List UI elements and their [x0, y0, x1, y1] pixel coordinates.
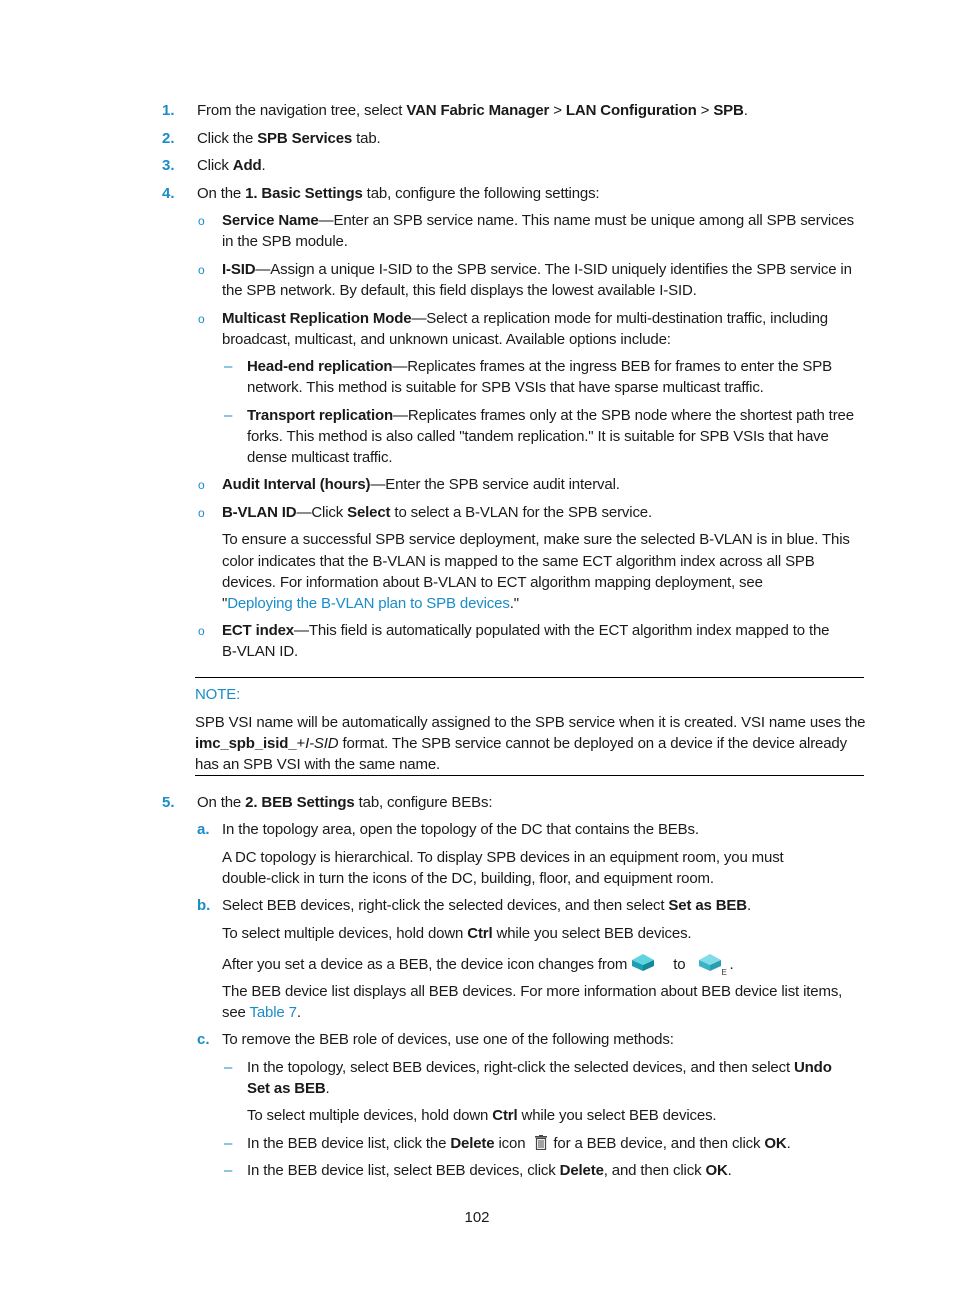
step-3-text: Click Add. [197, 157, 266, 174]
dash-bullet: – [224, 1059, 233, 1076]
setting-text: broadcast, multicast, and unknown unicas… [222, 331, 671, 348]
step-1-text: From the navigation tree, select VAN Fab… [197, 102, 748, 119]
dash-bullet: – [224, 1162, 233, 1179]
step-number: 2. [162, 130, 175, 147]
paragraph-text: color indicates that the B-VLAN is mappe… [222, 553, 815, 570]
step-5-text: On the 2. BEB Settings tab, configure BE… [197, 794, 493, 811]
substep-letter: b. [197, 897, 211, 914]
option-text: forks. This method is also called "tande… [247, 428, 829, 445]
method-topology-cont: Set as BEB. [247, 1080, 330, 1097]
option-text: network. This method is suitable for SPB… [247, 379, 764, 396]
bullet-icon: o [198, 478, 205, 492]
bullet-icon: o [198, 506, 205, 520]
step-number: 1. [162, 102, 175, 119]
paragraph-text: To ensure a successful SPB service deplo… [222, 531, 850, 548]
note-text: imc_spb_isid_+I-SID format. The SPB serv… [195, 735, 847, 752]
bullet-icon: o [198, 214, 205, 228]
paragraph-text: devices. For information about B-VLAN to… [222, 574, 763, 591]
bullet-icon: o [198, 312, 205, 326]
note-top-rule [195, 677, 864, 678]
step-4-text: On the 1. Basic Settings tab, configure … [197, 185, 600, 202]
paragraph-text: A DC topology is hierarchical. To displa… [222, 849, 784, 866]
paragraph-text: To select multiple devices, hold down Ct… [222, 925, 692, 942]
setting-text: in the SPB module. [222, 233, 348, 250]
paragraph-text: see Table 7. [222, 1004, 301, 1021]
method-delete-button: In the BEB device list, select BEB devic… [247, 1162, 732, 1179]
substep-b-text: Select BEB devices, right-click the sele… [222, 897, 751, 914]
paragraph-text: double-click in turn the icons of the DC… [222, 870, 714, 887]
paragraph-text: The BEB device list displays all BEB dev… [222, 983, 843, 1000]
note-bottom-rule [195, 775, 864, 776]
substep-a-text: In the topology area, open the topology … [222, 821, 699, 838]
setting-service-name: Service Name—Enter an SPB service name. … [222, 212, 855, 229]
substep-c-text: To remove the BEB role of devices, use o… [222, 1031, 674, 1048]
setting-text: B-VLAN ID. [222, 643, 299, 660]
option-transport: Transport replication—Replicates frames … [247, 407, 854, 424]
paragraph-icon-change: After you set a device as a BEB, the dev… [222, 953, 734, 977]
substep-letter: c. [197, 1031, 210, 1048]
setting-multicast-replication-mode: Multicast Replication Mode—Select a repl… [222, 310, 829, 327]
page-number: 102 [464, 1209, 490, 1226]
note-text: has an SPB VSI with the same name. [195, 756, 441, 773]
setting-text: the SPB network. By default, this field … [222, 282, 697, 299]
note-text: SPB VSI name will be automatically assig… [195, 714, 866, 731]
bullet-icon: o [198, 624, 205, 638]
note-label: NOTE: [195, 686, 241, 703]
option-text: dense multicast traffic. [247, 449, 393, 466]
method-topology: In the topology, select BEB devices, rig… [247, 1059, 832, 1076]
bullet-icon: o [198, 263, 205, 277]
table-7-link[interactable]: Table 7 [249, 1004, 296, 1021]
setting-isid: I-SID—Assign a unique I-SID to the SPB s… [222, 261, 852, 278]
method-delete-icon: In the BEB device list, click the Delete… [247, 1135, 791, 1152]
step-number: 5. [162, 794, 175, 811]
step-number: 3. [162, 157, 175, 174]
option-head-end: Head-end replication—Replicates frames a… [247, 358, 832, 375]
paragraph-text: "Deploying the B-VLAN plan to SPB device… [222, 595, 519, 612]
setting-bvlan-id: B-VLAN ID—Click Select to select a B-VLA… [222, 504, 653, 521]
trash-icon [535, 1135, 548, 1151]
step-number: 4. [162, 185, 175, 202]
step-2-text: Click the SPB Services tab. [197, 130, 381, 147]
setting-ect-index: ECT index—This field is automatically po… [222, 622, 830, 639]
dash-bullet: – [224, 1135, 233, 1152]
device-icon [631, 953, 655, 973]
dash-bullet: – [224, 407, 233, 424]
setting-audit-interval: Audit Interval (hours)—Enter the SPB ser… [222, 476, 620, 493]
deploying-bvlan-link[interactable]: Deploying the B-VLAN plan to SPB devices [227, 595, 510, 612]
beb-device-icon: E [698, 953, 727, 977]
substep-letter: a. [197, 821, 210, 838]
paragraph-text: To select multiple devices, hold down Ct… [247, 1107, 717, 1124]
dash-bullet: – [224, 358, 233, 375]
